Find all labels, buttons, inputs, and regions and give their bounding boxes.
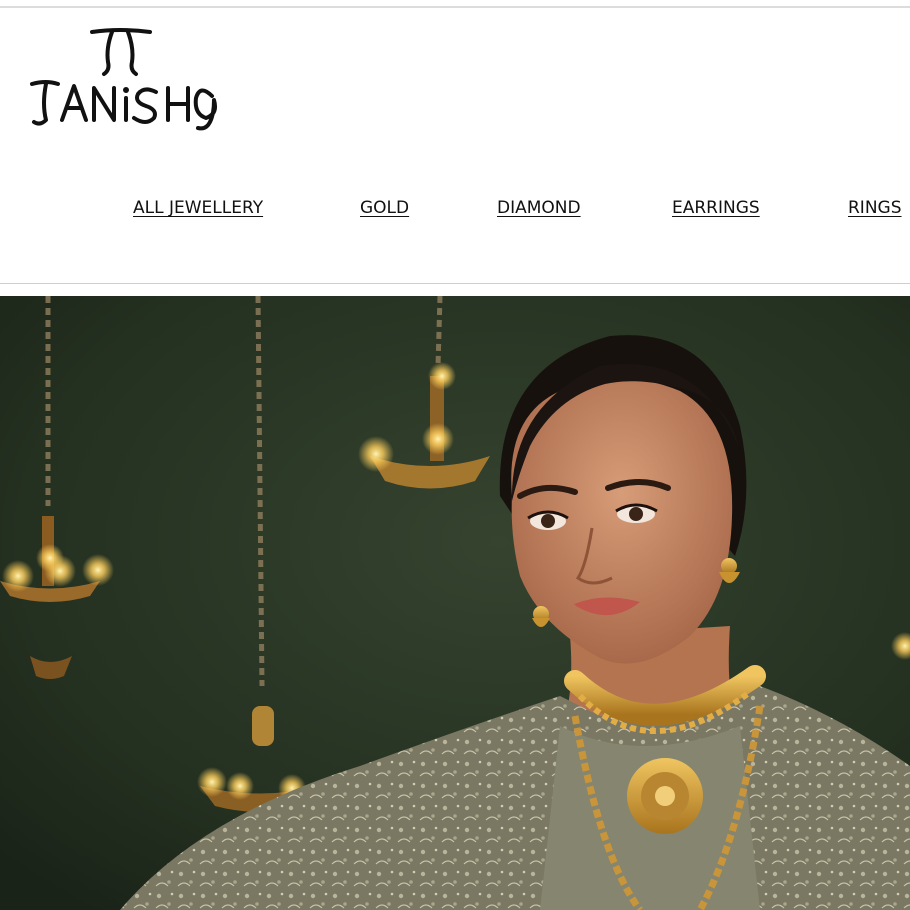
browser-top-edge — [0, 0, 910, 8]
nav-link-gold[interactable]: GOLD — [360, 198, 409, 218]
nav-link-diamond[interactable]: DIAMOND — [497, 198, 581, 218]
hero-image — [0, 296, 910, 910]
nav-link-rings[interactable]: RINGS — [848, 198, 902, 218]
nav-link-earrings[interactable]: EARRINGS — [672, 198, 760, 218]
tanishq-logo[interactable] — [28, 18, 223, 133]
nav-link-all-jewellery[interactable]: ALL JEWELLERY — [133, 198, 263, 218]
site-header: ALL JEWELLERY GOLD DIAMOND EARRINGS RING… — [0, 8, 910, 284]
main-navigation: ALL JEWELLERY GOLD DIAMOND EARRINGS RING… — [0, 198, 910, 228]
hero-banner[interactable] — [0, 296, 910, 910]
tanishq-logo-mark — [30, 28, 217, 131]
